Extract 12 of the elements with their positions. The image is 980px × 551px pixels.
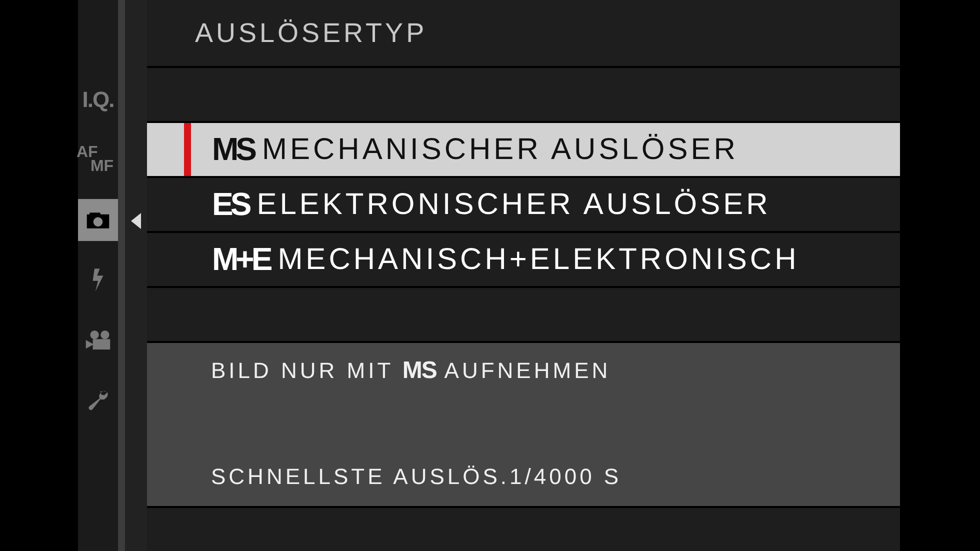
pointer-arrow-icon — [131, 213, 141, 229]
movie-camera-icon — [85, 329, 111, 351]
menu-option[interactable]: MS MECHANISCHER AUSLÖSER — [147, 123, 900, 176]
description-text: BILD NUR MIT MS AUFNEHMEN — [211, 357, 612, 385]
menu-tab[interactable] — [78, 199, 118, 241]
menu-title: AUSLÖSERTYP — [147, 0, 900, 66]
menu-tab[interactable]: I.Q. — [78, 70, 118, 130]
menu-option[interactable]: M+E MECHANISCH+ELEKTRONISCH — [147, 233, 900, 286]
description-text: SCHNELLSTE AUSLÖS.1/4000 S — [211, 464, 623, 490]
lightning-icon — [91, 268, 105, 292]
menu-tab[interactable]: AF MF — [78, 130, 118, 190]
menu-option[interactable]: ES ELEKTRONISCHER AUSLÖSER — [147, 178, 900, 231]
